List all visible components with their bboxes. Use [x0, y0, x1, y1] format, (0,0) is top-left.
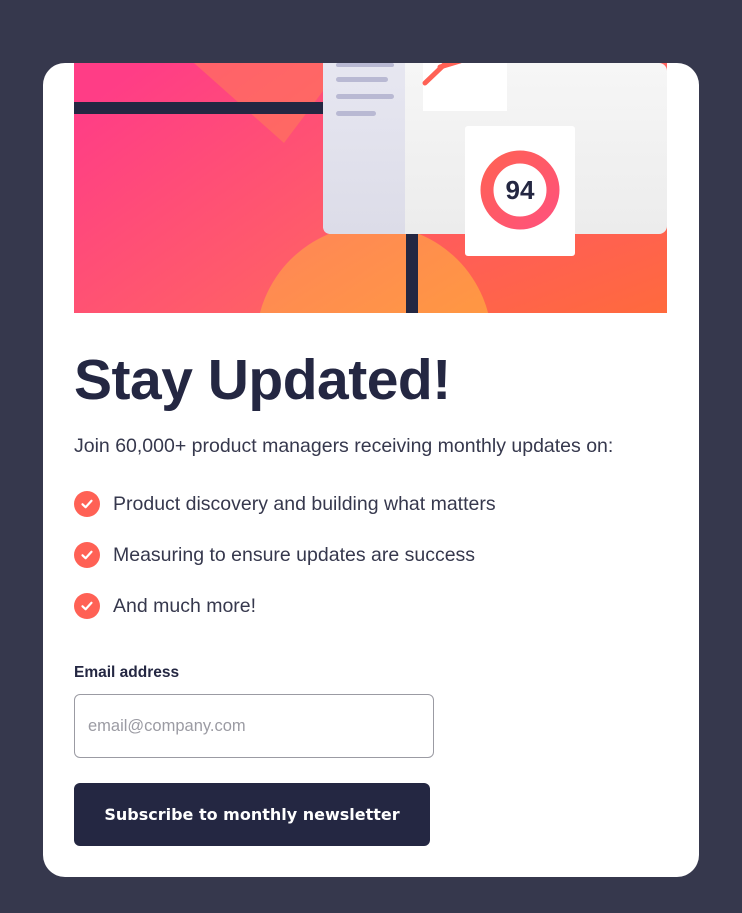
subscribe-button[interactable]: Subscribe to monthly newsletter: [74, 783, 430, 846]
check-icon: [74, 491, 100, 517]
hero-illustration: 94: [74, 63, 667, 313]
check-icon: [74, 542, 100, 568]
feature-text: Measuring to ensure updates are success: [113, 544, 476, 566]
intro-text: Join 60,000+ product managers receiving …: [74, 435, 614, 457]
page-title: Stay Updated!: [74, 348, 451, 412]
newsletter-card: 94 Stay Updated! Join 60,000+ product ma…: [43, 63, 699, 877]
list-item: Product discovery and building what matt…: [74, 491, 496, 542]
list-item: Measuring to ensure updates are success: [74, 542, 496, 593]
feature-text: And much more!: [113, 595, 257, 617]
score-value: 94: [506, 175, 535, 205]
feature-list: Product discovery and building what matt…: [74, 491, 496, 644]
feature-text: Product discovery and building what matt…: [113, 493, 496, 515]
email-label: Email address: [74, 664, 180, 681]
check-icon: [74, 593, 100, 619]
list-item: And much more!: [74, 593, 496, 644]
email-field[interactable]: [74, 694, 434, 758]
